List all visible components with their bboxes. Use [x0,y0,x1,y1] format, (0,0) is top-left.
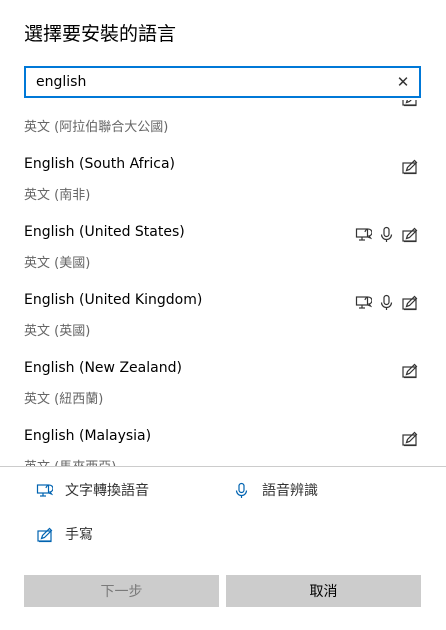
close-icon[interactable]: ✕ [393,72,413,92]
divider [0,466,446,467]
language-name: English (United States) [24,224,185,240]
cancel-button[interactable]: 取消 [226,575,421,607]
language-native-name: 英文 (美國) [24,256,91,271]
legend-speech-recognition-label: 語音辨識 [262,483,318,499]
language-feature-icons [401,100,418,107]
language-name: English (United Kingdom) [24,292,203,308]
language-list-item[interactable]: English (Malaysia) 英文 (馬來西亞) [0,410,446,466]
legend-text-to-speech-label: 文字轉換語音 [65,483,149,499]
microphone-icon [378,294,395,311]
microphone-icon [378,226,395,243]
dialog-title: 選擇要安裝的語言 [24,23,177,45]
language-feature-icons [401,430,418,447]
language-native-name: 英文 (馬來西亞) [24,456,116,466]
language-feature-icons [401,362,418,379]
language-name: English (South Africa) [24,156,175,172]
language-list-item[interactable]: English (United Kingdom) 英文 (英國) [0,274,446,342]
legend-speech-recognition: 語音辨識 [233,480,318,500]
language-native-name: 英文 (南非) [24,188,91,203]
text-to-speech-icon [36,482,53,499]
language-list-item[interactable]: English (South Africa) 英文 (南非) [0,138,446,206]
language-list-item[interactable]: 英文 (阿拉伯聯合大公國) [0,100,446,138]
handwriting-icon [36,526,53,543]
language-native-name: 英文 (阿拉伯聯合大公國) [24,120,169,135]
handwriting-icon [401,158,418,175]
language-list[interactable]: 英文 (阿拉伯聯合大公國) English (South Africa) 英文 (南… [0,100,446,466]
language-name: English (New Zealand) [24,360,182,376]
language-list-item[interactable]: English (New Zealand) 英文 (紐西蘭) [0,342,446,410]
handwriting-icon [401,430,418,447]
language-name: English (Malaysia) [24,428,152,444]
handwriting-icon [401,294,418,311]
legend-handwriting: 手寫 [36,524,93,544]
legend-handwriting-label: 手寫 [65,527,93,543]
legend-text-to-speech: 文字轉換語音 [36,480,149,500]
handwriting-icon [401,226,418,243]
language-native-name: 英文 (英國) [24,324,91,339]
language-feature-icons [355,294,418,311]
search-input[interactable] [26,68,386,96]
next-button[interactable]: 下一步 [24,575,219,607]
text-to-speech-icon [355,226,372,243]
handwriting-icon [401,100,418,107]
handwriting-icon [401,362,418,379]
language-feature-icons [401,158,418,175]
language-native-name: 英文 (紐西蘭) [24,392,104,407]
language-list-item[interactable]: English (United States) 英文 (美國) [0,206,446,274]
text-to-speech-icon [355,294,372,311]
language-feature-icons [355,226,418,243]
microphone-icon [233,482,250,499]
search-box[interactable]: ✕ [24,66,421,98]
